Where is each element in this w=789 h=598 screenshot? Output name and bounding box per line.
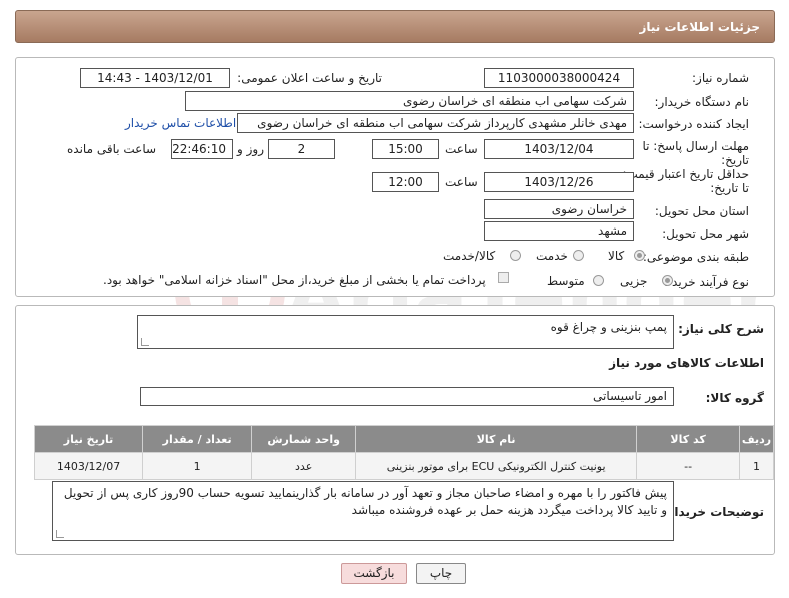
category-option-service: خدمت — [536, 249, 568, 263]
description-text: پمپ بنزینی و چراغ قوه — [550, 320, 667, 334]
col-header-need-date: تاریخ نیاز — [33, 425, 144, 453]
category-option-goods-service: کالا/خدمت — [443, 249, 496, 263]
goods-info-title: اطلاعات کالاهای مورد نیاز — [609, 356, 764, 370]
treasury-checkbox[interactable] — [498, 272, 509, 283]
validity-date-field[interactable]: 1403/12/26 — [484, 172, 634, 192]
creator-label: ایجاد کننده درخواست: — [638, 117, 749, 131]
need-number-label: شماره نیاز: — [692, 71, 749, 85]
category-radio-goods[interactable] — [634, 250, 645, 261]
col-header-unit: واحد شمارش — [251, 425, 357, 453]
city-label: شهر محل تحویل: — [662, 227, 749, 241]
buyer-label: نام دستگاه خریدار: — [654, 95, 750, 109]
col-header-row-number: ردیف — [739, 425, 774, 453]
category-label: طبقه بندی موضوعی: — [642, 250, 749, 264]
col-header-quantity: تعداد / مقدار — [142, 425, 253, 453]
buyer-notes-label: توضیحات خریدار: — [662, 505, 764, 519]
col-header-goods-code: کد کالا — [636, 425, 741, 453]
process-label: نوع فرآیند خرید : — [664, 275, 749, 289]
validity-time-label: ساعت — [445, 175, 478, 189]
remaining-time-field[interactable]: 22:46:10 — [171, 139, 233, 159]
cell-need-date: 1403/12/07 — [33, 452, 144, 480]
cell-unit: عدد — [251, 452, 357, 480]
treasury-payment-note: پرداخت تمام یا بخشی از مبلغ خرید،از محل … — [103, 273, 486, 287]
province-field[interactable]: خراسان رضوی — [484, 199, 634, 219]
print-button[interactable]: چاپ — [416, 563, 466, 584]
buyer-notes-textarea[interactable]: پیش فاکتور را با مهره و امضاء صاحبان مجا… — [52, 481, 674, 541]
category-radio-service[interactable] — [573, 250, 584, 261]
process-option-medium: متوسط — [547, 274, 585, 288]
page-header: جزئیات اطلاعات نیاز — [15, 10, 775, 43]
goods-group-label: گروه کالا: — [705, 391, 764, 405]
process-option-partial: جزیی — [620, 274, 648, 288]
need-number-field[interactable]: 1103000038000424 — [484, 68, 634, 88]
creator-field[interactable]: مهدی خانلر مشهدی کارپرداز شرکت سهامی اب … — [237, 113, 634, 133]
category-option-goods: کالا — [608, 249, 625, 263]
deadline-time-field[interactable]: 15:00 — [372, 139, 439, 159]
resize-handle-icon[interactable] — [141, 338, 149, 346]
process-radio-partial[interactable] — [662, 275, 673, 286]
buyer-field[interactable]: شرکت سهامی اب منطقه ای خراسان رضوی — [185, 91, 634, 111]
days-label: روز و — [237, 142, 264, 156]
cell-goods-code: -- — [636, 452, 741, 480]
days-field[interactable]: 2 — [268, 139, 335, 159]
deadline-time-label: ساعت — [445, 142, 478, 156]
buyer-contact-link[interactable]: اطلاعات تماس خریدار — [125, 116, 236, 130]
description-label: شرح کلی نیاز: — [678, 322, 764, 336]
cell-quantity: 1 — [142, 452, 253, 480]
table-header-row: ردیف کد کالا نام کالا واحد شمارش تعداد /… — [33, 425, 774, 453]
province-label: استان محل تحویل: — [654, 204, 749, 218]
page-title: جزئیات اطلاعات نیاز — [639, 20, 760, 34]
cell-goods-name: یونیت کنترل الکترونیکی ECU برای موتور بن… — [355, 452, 638, 480]
announce-datetime-field[interactable]: 1403/12/01 - 14:43 — [80, 68, 230, 88]
announce-label: تاریخ و ساعت اعلان عمومی: — [237, 71, 382, 85]
col-header-goods-name: نام کالا — [355, 425, 638, 453]
table-row[interactable]: 1 -- یونیت کنترل الکترونیکی ECU برای موت… — [33, 452, 774, 480]
goods-table: ردیف کد کالا نام کالا واحد شمارش تعداد /… — [33, 425, 774, 480]
back-button[interactable]: بازگشت — [341, 563, 407, 584]
deadline-date-field[interactable]: 1403/12/04 — [484, 139, 634, 159]
cell-row-number: 1 — [739, 452, 774, 480]
process-radio-medium[interactable] — [593, 275, 604, 286]
city-field[interactable]: مشهد — [484, 221, 634, 241]
validity-time-field[interactable]: 12:00 — [372, 172, 439, 192]
description-textarea[interactable]: پمپ بنزینی و چراغ قوه — [137, 315, 674, 349]
goods-group-field[interactable]: امور تاسیساتی — [140, 387, 674, 406]
category-radio-goods-service[interactable] — [510, 250, 521, 261]
remaining-label: ساعت باقی مانده — [67, 142, 157, 156]
validity-label: حداقل تاریخ اعتبار قیمت: تا تاریخ: — [622, 167, 749, 195]
deadline-label: مهلت ارسال پاسخ: تا تاریخ: — [642, 139, 749, 167]
buyer-notes-text: پیش فاکتور را با مهره و امضاء صاحبان مجا… — [63, 486, 667, 517]
resize-handle-icon[interactable] — [56, 530, 64, 538]
